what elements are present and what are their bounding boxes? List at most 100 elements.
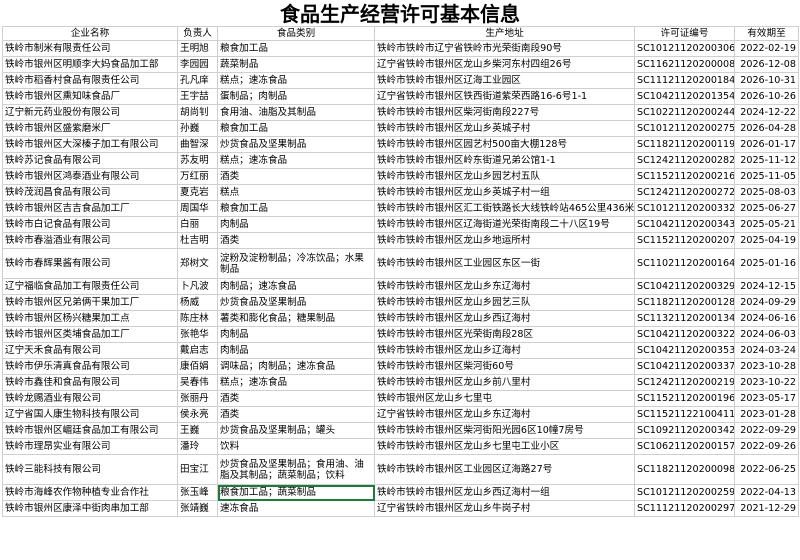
cell-license-number[interactable]: SC10121120200332 [634,200,735,217]
cell-company-name[interactable]: 铁岭市鑫佳和食品有限公司 [2,374,178,391]
cell-expiry-date[interactable]: 2022-09-26 [734,438,799,455]
cell-person[interactable]: 王巍 [177,422,218,439]
cell-food-category[interactable]: 炒货食品及坚果制品 [217,294,375,311]
cell-food-category[interactable]: 炒货食品及坚果制品；罐头 [217,422,375,439]
cell-food-category[interactable]: 肉制品 [217,326,375,343]
cell-company-name[interactable]: 铁岭市银州区兄弟俩干果加工厂 [2,294,178,311]
cell-expiry-date[interactable]: 2022-09-29 [734,422,799,439]
cell-food-category[interactable]: 薯类和膨化食品；糖果制品 [217,310,375,327]
cell-license-number[interactable]: SC10421120201354 [634,88,735,105]
cell-person[interactable]: 张靖巍 [177,500,218,517]
cell-food-category[interactable]: 调味品；肉制品；速冻食品 [217,358,375,375]
cell-license-number[interactable]: SC12421120200219 [634,374,735,391]
cell-company-name[interactable]: 铁岭市银州区鸿泰酒业有限公司 [2,168,178,185]
cell-company-name[interactable]: 铁岭市白记食品有限公司 [2,216,178,233]
cell-person[interactable]: 李园园 [177,56,218,73]
cell-expiry-date[interactable]: 2023-10-28 [734,358,799,375]
cell-company-name[interactable]: 辽宁省国人康生物科技有限公司 [2,406,178,423]
cell-expiry-date[interactable]: 2026-10-26 [734,88,799,105]
cell-person[interactable]: 卜凡波 [177,278,218,295]
cell-address[interactable]: 铁岭市铁岭市银州区工业园区辽海路27号 [374,454,635,485]
cell-company-name[interactable]: 铁岭市春溢酒业有限公司 [2,232,178,249]
cell-address[interactable]: 铁岭市铁岭市银州区工业园区东区一街 [374,248,635,279]
cell-expiry-date[interactable]: 2024-09-29 [734,294,799,311]
cell-license-number[interactable]: SC12421120200272 [634,184,735,201]
cell-license-number[interactable]: SC10421120200353 [634,342,735,359]
cell-license-number[interactable]: SC11021120200164 [634,248,735,279]
cell-address[interactable]: 铁岭市铁岭市银州区龙山乡西辽海村 [374,310,635,327]
cell-person[interactable]: 万红丽 [177,168,218,185]
cell-address[interactable]: 铁岭市铁岭市银州区龙山乡园艺三队 [374,294,635,311]
cell-food-category[interactable]: 酒类 [217,390,375,407]
cell-expiry-date[interactable]: 2025-08-03 [734,184,799,201]
cell-expiry-date[interactable]: 2024-12-15 [734,278,799,295]
cell-food-category[interactable]: 蔬菜制品 [217,56,375,73]
cell-expiry-date[interactable]: 2022-06-25 [734,454,799,485]
cell-person[interactable]: 陈庄林 [177,310,218,327]
cell-person[interactable]: 康佰娟 [177,358,218,375]
cell-address[interactable]: 辽宁省铁岭市银州区龙山乡柴河东村四组26号 [374,56,635,73]
cell-company-name[interactable]: 铁岭市银州区大深榛子加工有限公司 [2,136,178,153]
header-license-number[interactable]: 许可证编号 [634,26,735,41]
cell-company-name[interactable]: 辽宁新元药业股份有限公司 [2,104,178,121]
cell-address[interactable]: 铁岭市铁岭市银州区园艺村500亩大棚128号 [374,136,635,153]
cell-company-name[interactable]: 辽宁天禾食品有限公司 [2,342,178,359]
cell-food-category[interactable]: 粮食加工品；蔬菜制品 [217,484,375,501]
cell-person[interactable]: 杜吉明 [177,232,218,249]
cell-food-category[interactable]: 肉制品 [217,216,375,233]
cell-food-category[interactable]: 酒类 [217,406,375,423]
header-person[interactable]: 负责人 [177,26,218,41]
cell-company-name[interactable]: 铁岭三能科技有限公司 [2,454,178,485]
cell-address[interactable]: 铁岭市铁岭市银州区岭东街道兄弟公馆1-1 [374,152,635,169]
cell-food-category[interactable]: 糕点；速冻食品 [217,374,375,391]
cell-company-name[interactable]: 铁岭市银州区杨兴糖果加工点 [2,310,178,327]
cell-expiry-date[interactable]: 2023-01-28 [734,406,799,423]
cell-address[interactable]: 辽宁省铁岭市银州区龙山乡东辽海村 [374,406,635,423]
cell-food-category[interactable]: 炒货食品及坚果制品；食用油、油脂及其制品；蔬菜制品；饮料 [217,454,375,485]
cell-license-number[interactable]: SC10121120200275 [634,120,735,137]
cell-address[interactable]: 铁岭市铁岭市银州区龙山乡西辽海村一组 [374,484,635,501]
cell-license-number[interactable]: SC10621120200157 [634,438,735,455]
cell-person[interactable]: 张丽丹 [177,390,218,407]
cell-food-category[interactable]: 饮料 [217,438,375,455]
cell-address[interactable]: 铁岭市铁岭市银州区汇工街铁路长大线铁岭站465公里436米 [374,200,635,217]
cell-address[interactable]: 辽宁省铁岭市银州区铁西街道紫荣西路16-6号1-1 [374,88,635,105]
cell-expiry-date[interactable]: 2022-02-19 [734,40,799,57]
cell-company-name[interactable]: 铁岭市春辉果酱有限公司 [2,248,178,279]
cell-company-name[interactable]: 铁岭苏记食品有限公司 [2,152,178,169]
cell-license-number[interactable]: SC10921120200342 [634,422,735,439]
cell-address[interactable]: 铁岭市铁岭市辽宁省铁岭市光荣街南段90号 [374,40,635,57]
cell-expiry-date[interactable]: 2024-06-16 [734,310,799,327]
cell-food-category[interactable]: 糕点；速冻食品 [217,152,375,169]
cell-license-number[interactable]: SC11121120200297 [634,500,735,517]
cell-company-name[interactable]: 铁岭市银州区类埔食品加工厂 [2,326,178,343]
cell-food-category[interactable]: 蛋制品；肉制品 [217,88,375,105]
cell-company-name[interactable]: 铁岭市银州区康泽中街肉串加工部 [2,500,178,517]
cell-license-number[interactable]: SC12421120200282 [634,152,735,169]
cell-person[interactable]: 王宇喆 [177,88,218,105]
header-expiry-date[interactable]: 有效期至 [734,26,799,41]
cell-expiry-date[interactable]: 2026-04-28 [734,120,799,137]
cell-expiry-date[interactable]: 2025-04-19 [734,232,799,249]
cell-company-name[interactable]: 铁岭市银州区吉吉食品加工厂 [2,200,178,217]
cell-person[interactable]: 曲智深 [177,136,218,153]
cell-person[interactable]: 杨威 [177,294,218,311]
cell-address[interactable]: 铁岭市铁岭市银州区柴河街南段227号 [374,104,635,121]
cell-person[interactable]: 夏克岩 [177,184,218,201]
cell-food-category[interactable]: 酒类 [217,232,375,249]
cell-person[interactable]: 胡尚钊 [177,104,218,121]
cell-address[interactable]: 铁岭市铁岭市银州区柴河街60号 [374,358,635,375]
cell-food-category[interactable]: 速冻食品 [217,500,375,517]
cell-food-category[interactable]: 食用油、油脂及其制品 [217,104,375,121]
cell-company-name[interactable]: 铁岭市银州区熏知味食品厂 [2,88,178,105]
cell-company-name[interactable]: 铁岭龙赐酒业有限公司 [2,390,178,407]
cell-license-number[interactable]: SC11521120200207 [634,232,735,249]
cell-license-number[interactable]: SC11121120200184 [634,72,735,89]
cell-expiry-date[interactable]: 2025-11-05 [734,168,799,185]
cell-person[interactable]: 郑树文 [177,248,218,279]
cell-expiry-date[interactable]: 2025-06-27 [734,200,799,217]
cell-address[interactable]: 铁岭市铁岭市银州区龙山乡七里屯工业小区 [374,438,635,455]
cell-company-name[interactable]: 辽宁福临食品加工有限责任公司 [2,278,178,295]
cell-person[interactable]: 张艳华 [177,326,218,343]
cell-address[interactable]: 铁岭市铁岭市银州区龙山乡英城子村一组 [374,184,635,201]
